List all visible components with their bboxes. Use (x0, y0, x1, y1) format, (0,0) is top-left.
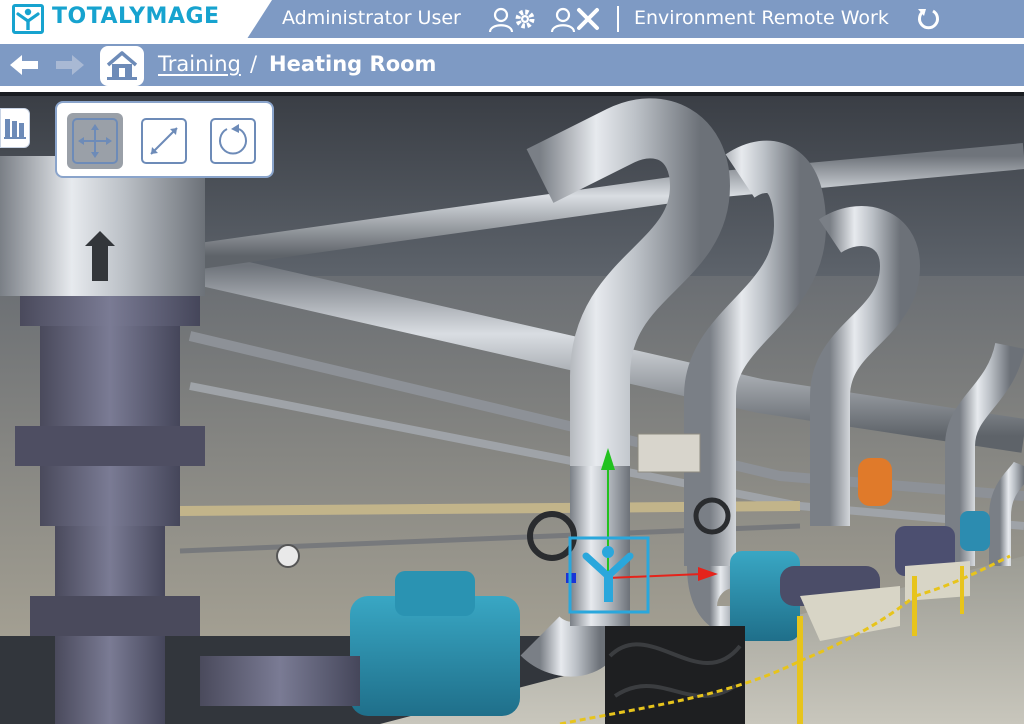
breadcrumb-separator: / (250, 52, 258, 76)
refresh-icon (918, 9, 939, 30)
move-tool-button[interactable] (67, 113, 123, 169)
home-icon (106, 51, 138, 80)
rotate-icon (210, 118, 256, 164)
panorama-viewport[interactable] (0, 96, 1024, 724)
library-button[interactable] (0, 108, 30, 148)
move-arrows-icon (72, 118, 118, 164)
user-name: Administrator User (282, 7, 461, 29)
transform-toolbar (55, 101, 274, 178)
user-settings-icon (488, 7, 535, 33)
environment-name: Environment Remote Work (634, 7, 889, 29)
arrow-left-icon (10, 55, 38, 75)
user-logout-icon (550, 7, 599, 33)
navigation-bar: Training / Heating Room (0, 38, 1024, 92)
arrow-right-icon (56, 55, 84, 75)
forward-button[interactable] (54, 54, 86, 76)
divider (617, 6, 619, 32)
back-button[interactable] (8, 54, 40, 76)
user-logout-button[interactable] (548, 4, 602, 34)
brand-name: TOTALYMAGE (52, 4, 220, 29)
home-button[interactable] (100, 46, 144, 86)
user-settings-button[interactable] (486, 4, 540, 34)
top-bar: TOTALYMAGE Administrator User Environmen… (0, 0, 1024, 38)
scale-diagonal-icon (141, 118, 187, 164)
refresh-button[interactable] (914, 5, 942, 33)
heating-room-panorama (0, 96, 1024, 724)
rotate-tool-button[interactable] (205, 113, 261, 169)
breadcrumb-training-link[interactable]: Training (158, 52, 241, 76)
library-books-icon (4, 119, 26, 139)
logo-area: TOTALYMAGE (0, 0, 272, 38)
breadcrumb-bar: Training / Heating Room (0, 44, 1024, 86)
placement-gizmo[interactable] (540, 426, 740, 626)
totalymage-marker-icon (566, 448, 718, 614)
totalymage-logo-icon (12, 4, 44, 34)
scale-tool-button[interactable] (136, 113, 192, 169)
breadcrumb-current: Heating Room (269, 52, 437, 76)
